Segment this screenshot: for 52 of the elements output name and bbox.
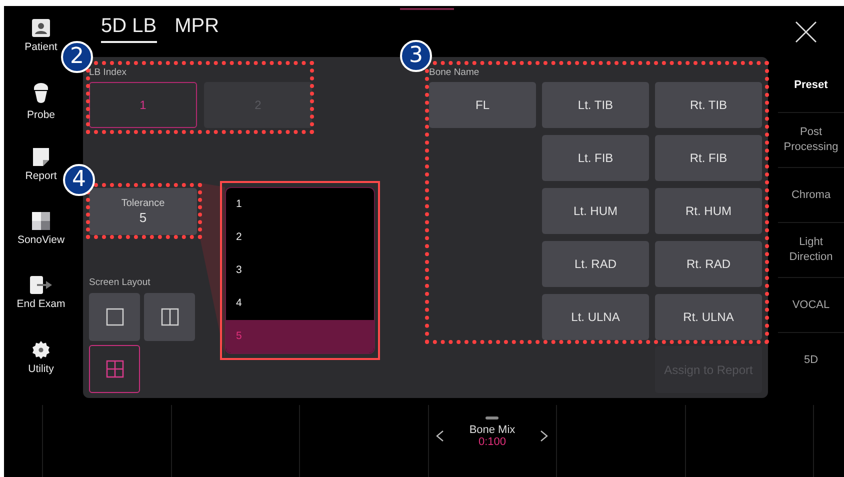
knob-label: Bone Mix [469,424,516,436]
single-pane-icon [106,308,124,326]
layout-button[interactable] [144,293,195,341]
bone-button[interactable]: Lt. RAD [542,241,649,287]
layout-button[interactable] [89,293,140,341]
tab[interactable]: MPR [174,15,220,43]
menu-item[interactable]: Preset [778,58,844,113]
callout-badge: 4 [63,164,95,196]
menu-item[interactable]: Chroma [778,168,844,223]
chevron-right-icon[interactable] [540,430,548,442]
list-item[interactable]: 1 [226,188,374,221]
sidebar-item[interactable]: Patient [24,12,58,76]
section-label: Screen Layout [89,276,150,289]
menu-item[interactable]: Light Direction [778,223,844,278]
bone-button[interactable]: Rt. ULNA [655,294,762,340]
grid-tiles-icon [31,210,51,231]
person-card-icon [30,18,51,38]
exit-arrow-icon [28,275,53,296]
menu-item[interactable]: VOCAL [778,278,844,333]
bone-button[interactable]: Rt. HUM [655,188,762,234]
bone-button[interactable]: Rt. FIB [655,135,762,181]
knob-value: 0:100 [478,436,506,448]
settings-icon [30,340,51,360]
sidebar-item[interactable]: Report [25,140,57,205]
list-item[interactable]: 3 [226,254,374,287]
bone-button[interactable]: Lt. FIB [542,135,649,181]
sidebar-item[interactable]: SonoView [17,204,65,270]
bone-button[interactable]: Lt. TIB [542,82,649,128]
bone-button[interactable]: Lt. ULNA [542,294,649,340]
chevron-left-icon[interactable] [436,430,444,442]
document-icon [32,146,50,167]
tab[interactable]: 5D LB [101,15,157,43]
close-icon[interactable] [795,21,817,43]
callout-badge: 2 [61,41,93,73]
list-item[interactable]: 2 [226,221,374,254]
tolerance-button[interactable]: Tolerance 5 [89,188,197,235]
layout-button[interactable] [89,345,140,393]
sidebar-item[interactable]: End Exam [16,269,66,334]
handle-icon [485,416,500,420]
two-pane-icon [160,308,178,326]
page-indicator [400,8,454,10]
sidebar-item[interactable]: Utility [28,334,54,398]
bone-button[interactable]: FL [429,82,536,128]
menu-item[interactable]: 5D [778,333,844,388]
section-label: Bone Name [429,66,480,79]
list-item[interactable]: 4 [226,287,374,320]
menu-item[interactable]: Post Processing [778,113,844,168]
bone-button[interactable]: Lt. HUM [542,188,649,234]
sidebar-item[interactable]: Probe [26,76,56,141]
bone-button[interactable]: Rt. RAD [655,241,762,287]
four-pane-icon [106,360,124,378]
bone-button[interactable]: Rt. TIB [655,82,762,128]
